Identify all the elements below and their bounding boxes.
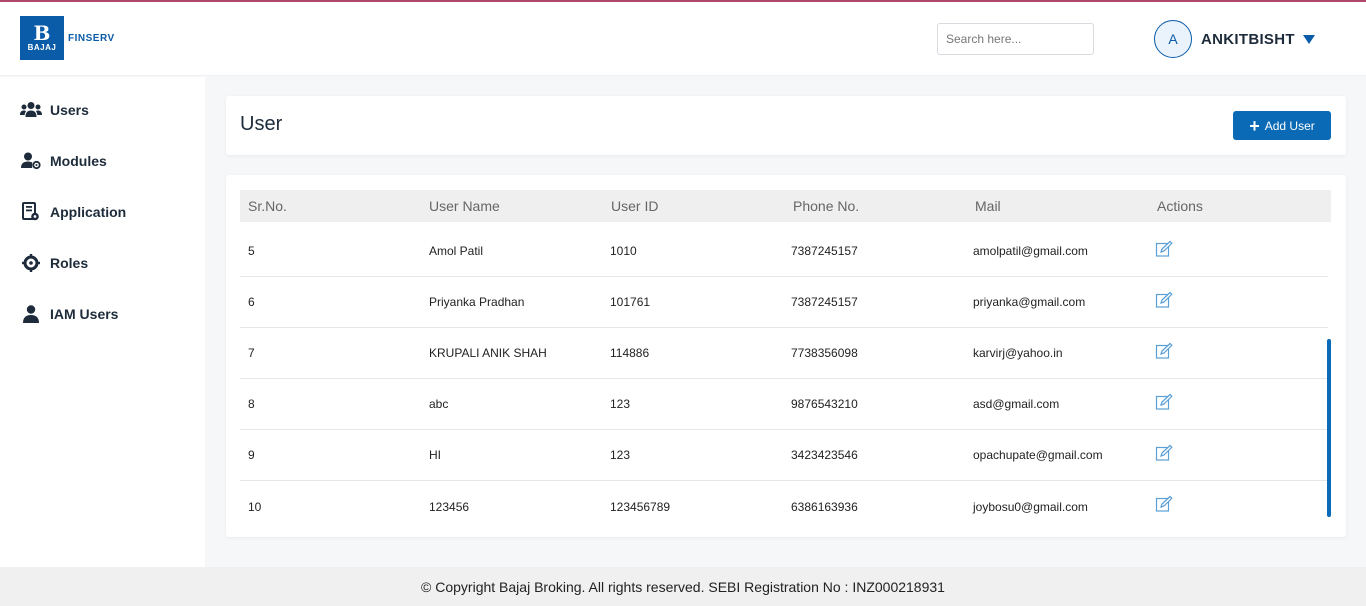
gear-icon [20, 252, 42, 274]
chevron-down-icon[interactable] [1302, 34, 1315, 44]
table-row: 6 Priyanka Pradhan 101761 7387245157 pri… [240, 277, 1328, 328]
table-row: 10 123456 123456789 6386163936 joybosu0@… [240, 481, 1328, 532]
table-row: 8 abc 123 9876543210 asd@gmail.com [240, 379, 1328, 430]
edit-icon[interactable] [1155, 240, 1173, 263]
cell-sr-no: 7 [248, 346, 255, 360]
cell-user-name: Priyanka Pradhan [429, 295, 525, 309]
sidebar-item-application[interactable]: Application [20, 201, 126, 223]
logo-suffix: FINSERV [68, 32, 115, 44]
edit-icon[interactable] [1155, 495, 1173, 518]
cell-mail: asd@gmail.com [973, 397, 1060, 411]
users-table-card: Sr.No. User Name User ID Phone No. Mail … [226, 175, 1346, 537]
user-menu[interactable]: A ANKITBISHT [1154, 20, 1315, 58]
users-icon [20, 99, 42, 121]
cell-phone: 3423423546 [791, 448, 858, 462]
edit-icon[interactable] [1155, 342, 1173, 365]
sidebar-item-label: Roles [50, 255, 89, 271]
cell-user-id: 123 [610, 397, 631, 411]
cell-user-name: Amol Patil [429, 244, 484, 258]
sidebar-item-users[interactable]: Users [20, 99, 89, 121]
cell-phone: 9876543210 [791, 397, 858, 411]
cell-phone: 7387245157 [791, 244, 858, 258]
logo-letter: B [33, 21, 51, 45]
user-icon [20, 303, 42, 325]
column-header-actions: Actions [1157, 198, 1203, 214]
logo-name: BAJAJ [27, 43, 57, 52]
column-header-phone[interactable]: Phone No. [793, 198, 859, 214]
page-header-card: User + Add User [226, 96, 1346, 155]
sidebar-item-modules[interactable]: Modules [20, 150, 107, 172]
avatar[interactable]: A [1154, 20, 1192, 58]
cell-sr-no: 6 [248, 295, 255, 309]
edit-icon[interactable] [1155, 291, 1173, 314]
sidebar: Users Modules Application Roles IAM User… [0, 77, 205, 567]
cell-user-name: KRUPALI ANIK SHAH [429, 346, 547, 360]
sidebar-item-roles[interactable]: Roles [20, 252, 88, 274]
logo-mark: B BAJAJ [20, 16, 64, 60]
table-scrollbar[interactable] [1327, 339, 1331, 517]
footer: © Copyright Bajaj Broking. All rights re… [0, 567, 1366, 606]
header: B BAJAJ FINSERV A ANKITBISHT [0, 2, 1366, 76]
table-header: Sr.No. User Name User ID Phone No. Mail … [240, 190, 1331, 222]
add-user-label: Add User [1264, 118, 1315, 133]
column-header-user-id[interactable]: User ID [611, 198, 658, 214]
cell-sr-no: 10 [248, 499, 262, 514]
cell-phone: 6386163936 [791, 499, 858, 514]
add-user-button[interactable]: + Add User [1233, 111, 1331, 140]
cell-sr-no: 5 [248, 244, 255, 258]
page-title: User [240, 113, 283, 135]
sidebar-item-label: Application [50, 204, 127, 220]
cell-sr-no: 8 [248, 397, 255, 411]
cell-mail: joybosu0@gmail.com [973, 499, 1088, 514]
cell-phone: 7738356098 [791, 346, 858, 360]
user-cog-icon [20, 150, 42, 172]
cell-user-id: 123456789 [610, 499, 671, 514]
cell-mail: priyanka@gmail.com [973, 295, 1086, 309]
edit-icon[interactable] [1155, 444, 1173, 467]
cell-user-name: HI [429, 448, 441, 462]
table-row: 5 Amol Patil 1010 7387245157 amolpatil@g… [240, 226, 1328, 277]
column-header-sr-no[interactable]: Sr.No. [248, 198, 287, 214]
cell-user-name: 123456 [429, 499, 470, 514]
cell-sr-no: 9 [248, 448, 255, 462]
cell-user-id: 123 [610, 448, 631, 462]
sidebar-item-label: Users [50, 102, 89, 118]
cell-user-name: abc [429, 397, 449, 411]
sidebar-item-label: Modules [50, 153, 107, 169]
cell-phone: 7387245157 [791, 295, 858, 309]
copyright-text: © Copyright Bajaj Broking. All rights re… [421, 578, 945, 595]
cell-mail: amolpatil@gmail.com [973, 244, 1088, 258]
sidebar-item-label: IAM Users [50, 306, 119, 322]
sidebar-item-iam-users[interactable]: IAM Users [20, 303, 118, 325]
column-header-mail[interactable]: Mail [975, 198, 1001, 214]
username[interactable]: ANKITBISHT [1201, 31, 1295, 48]
column-header-user-name[interactable]: User Name [429, 198, 500, 214]
cell-user-id: 114886 [610, 346, 650, 360]
cell-mail: opachupate@gmail.com [973, 448, 1103, 462]
cell-user-id: 1010 [610, 244, 637, 258]
application-icon [20, 201, 42, 223]
brand-logo[interactable]: B BAJAJ FINSERV [20, 16, 115, 60]
search-input[interactable] [937, 23, 1094, 55]
table-row: 7 KRUPALI ANIK SHAH 114886 7738356098 ka… [240, 328, 1328, 379]
plus-icon: + [1249, 115, 1260, 136]
edit-icon[interactable] [1155, 393, 1173, 416]
cell-mail: karvirj@yahoo.in [973, 346, 1063, 360]
cell-user-id: 101761 [610, 295, 651, 309]
table-row: 9 HI 123 3423423546 opachupate@gmail.com [240, 430, 1328, 481]
